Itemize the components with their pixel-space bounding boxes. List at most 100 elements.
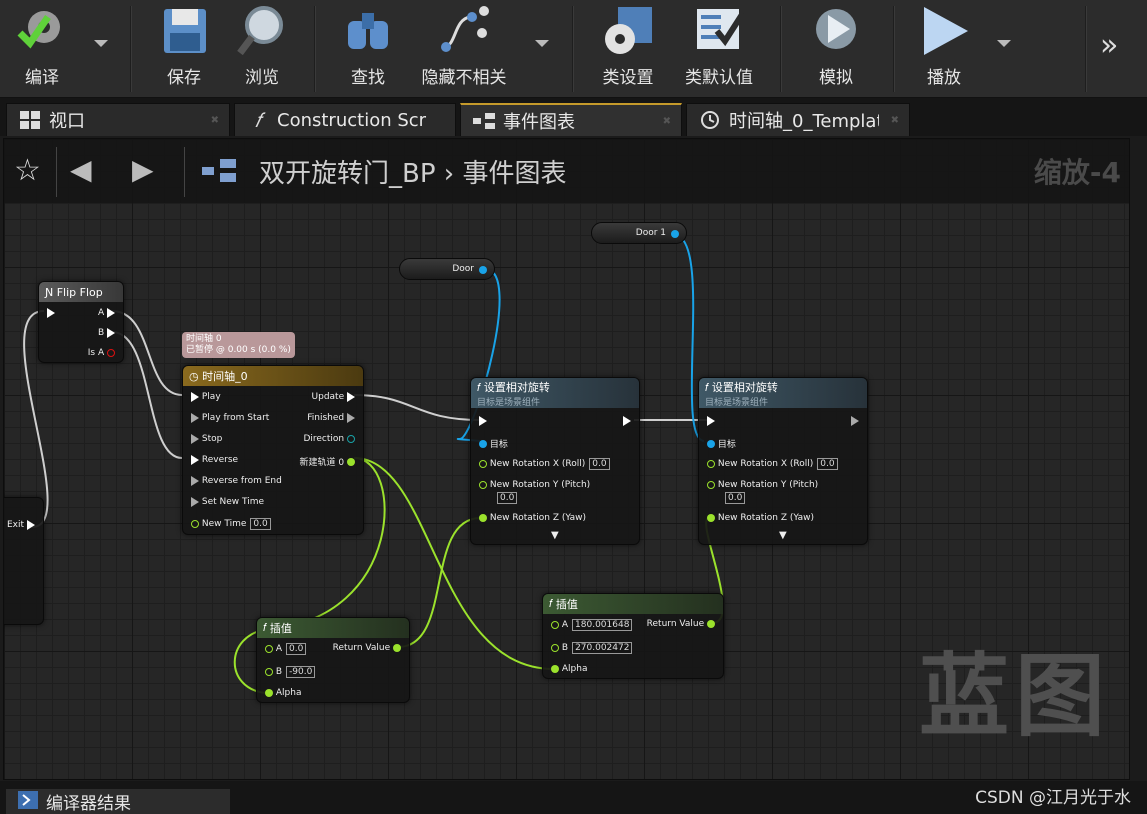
lerp-alpha-pin[interactable]: Alpha	[551, 664, 587, 674]
close-icon[interactable]: ✖	[211, 115, 219, 126]
tab-label: 视口	[49, 111, 85, 132]
class-defaults-button[interactable]: 类默认值	[682, 2, 756, 94]
toolbar-divider	[130, 6, 132, 92]
flip-flop-node[interactable]: Ɲ Flip Flop A B Is A	[38, 281, 124, 363]
close-icon[interactable]: ✖	[891, 115, 899, 126]
new-time-value[interactable]: 0.0	[250, 518, 271, 530]
door1-variable-node[interactable]: Door 1	[591, 222, 687, 244]
play-dropdown-chevron-icon[interactable]	[997, 40, 1011, 47]
simulate-icon	[808, 3, 864, 59]
hide-unrelated-dropdown-chevron-icon[interactable]	[535, 40, 549, 47]
target-pin[interactable]: 目标	[479, 437, 508, 450]
tab-compiler-results[interactable]: 编译器结果	[6, 789, 230, 814]
find-binoculars-icon	[340, 3, 396, 59]
toolbar-divider	[1085, 6, 1087, 92]
rotation-x-pin[interactable]: New Rotation X (Roll) 0.0	[479, 458, 610, 470]
toolbar-overflow-icon[interactable]: »	[1100, 28, 1118, 63]
rotation-x-pin[interactable]: New Rotation X (Roll) 0.0	[707, 458, 838, 470]
event-graph-canvas[interactable]: ☆ ◀ ▶ 双开旋转门_BP › 事件图表 缩放-4 Exit Ɲ Flip F…	[3, 138, 1130, 780]
event-graph-icon	[473, 110, 495, 132]
return-value-pin[interactable]: Return Value	[647, 619, 715, 629]
variable-label: Door	[452, 264, 474, 274]
pin-b[interactable]: B	[98, 328, 115, 338]
pin-is-a[interactable]: Is A	[88, 348, 115, 358]
hide-unrelated-button[interactable]: 隐藏不相关	[416, 2, 512, 94]
variable-label: Door 1	[635, 228, 666, 238]
set-relative-rotation-node-1[interactable]: 𝑓 设置相对旋转 目标是场景组件 目标 New Rotation X (Roll)…	[470, 377, 640, 545]
return-value-pin[interactable]: Return Value	[333, 643, 401, 653]
play-icon	[916, 3, 972, 59]
door-variable-node[interactable]: Door	[399, 258, 495, 280]
lerp-b-pin[interactable]: B 270.002472	[551, 642, 633, 654]
exec-in-pin[interactable]	[47, 308, 55, 318]
find-label: 查找	[351, 68, 385, 88]
compile-dropdown-chevron-icon[interactable]	[94, 40, 108, 47]
target-pin[interactable]: 目标	[707, 437, 736, 450]
pin-label: Set New Time	[201, 497, 265, 507]
exec-in-pin[interactable]	[707, 416, 715, 426]
lerp-a-value[interactable]: 180.001648	[572, 619, 633, 631]
expand-chevron-icon[interactable]: ▼	[779, 530, 787, 541]
direction-pin[interactable]: Direction	[303, 434, 355, 444]
play-pin[interactable]: Play	[191, 392, 221, 402]
tab-label: Construction Script	[277, 109, 427, 131]
node-subtitle: 目标是场景组件	[705, 397, 769, 408]
rotation-y-pin[interactable]: New Rotation Y (Pitch)	[707, 480, 818, 490]
browse-button[interactable]: 浏览	[228, 2, 296, 94]
stop-pin[interactable]: Stop	[191, 434, 222, 444]
lerp-b-value[interactable]: -90.0	[286, 666, 316, 678]
finished-pin[interactable]: Finished	[307, 413, 355, 423]
set-new-time-pin[interactable]: Set New Time	[191, 497, 264, 507]
rotation-y-value[interactable]: 0.0	[497, 492, 518, 504]
tab-event-graph[interactable]: 事件图表 ✖	[460, 103, 682, 136]
pin-label: Reverse from End	[201, 476, 282, 486]
lerp-a-pin[interactable]: A 180.001648	[551, 619, 633, 631]
credit-watermark: CSDN @江月光于水	[975, 788, 1131, 808]
rotation-x-value[interactable]: 0.0	[817, 458, 838, 470]
lerp-node-1[interactable]: 𝑓 插值 A 0.0 B -90.0 Alpha Return Value	[256, 617, 410, 703]
close-icon[interactable]: ✖	[663, 116, 671, 127]
exec-out-pin[interactable]	[851, 416, 859, 426]
track-output-pin[interactable]: 新建轨道 0	[300, 455, 355, 468]
compile-label: 编译	[25, 68, 59, 88]
new-time-pin[interactable]: New Time 0.0	[191, 518, 271, 530]
tab-timeline-template[interactable]: 时间轴_0_Template ✖	[686, 103, 910, 136]
function-icon: 𝑓	[263, 621, 270, 634]
class-settings-label: 类设置	[602, 68, 654, 88]
toolbar-divider	[893, 6, 895, 92]
lerp-b-value[interactable]: 270.002472	[572, 642, 633, 654]
reverse-from-end-pin[interactable]: Reverse from End	[191, 476, 282, 486]
pin-a[interactable]: A	[98, 308, 115, 318]
tooltip-status: 已暂停 @ 0.00 s (0.0 %)	[186, 345, 291, 355]
play-from-start-pin[interactable]: Play from Start	[191, 413, 269, 423]
lerp-alpha-pin[interactable]: Alpha	[265, 688, 301, 698]
find-button[interactable]: 查找	[334, 2, 402, 94]
rotation-z-pin[interactable]: New Rotation Z (Yaw)	[707, 513, 814, 523]
timeline-node[interactable]: ◷ 时间轴_0 Play Play from Start Stop Revers…	[182, 365, 364, 535]
rotation-y-pin[interactable]: New Rotation Y (Pitch)	[479, 480, 590, 490]
tab-viewport[interactable]: 视口 ✖	[6, 103, 230, 136]
exec-in-pin[interactable]	[479, 416, 487, 426]
pin-label: Return Value	[332, 643, 391, 653]
rotation-x-value[interactable]: 0.0	[589, 458, 610, 470]
class-settings-button[interactable]: 类设置	[594, 2, 662, 94]
lerp-a-value[interactable]: 0.0	[286, 643, 307, 655]
reverse-pin[interactable]: Reverse	[191, 455, 238, 465]
tab-construction-script[interactable]: 𝑓 Construction Script	[234, 103, 456, 136]
rotation-y-value[interactable]: 0.0	[725, 492, 746, 504]
exec-out-pin[interactable]	[623, 416, 631, 426]
class-settings-icon	[600, 3, 656, 59]
exit-pin[interactable]: Exit	[7, 520, 35, 530]
save-button[interactable]: 保存	[150, 2, 218, 94]
play-button[interactable]: 播放	[910, 2, 978, 94]
update-pin[interactable]: Update	[312, 392, 355, 402]
lerp-a-pin[interactable]: A 0.0	[265, 643, 307, 655]
lerp-node-2[interactable]: 𝑓 插值 A 180.001648 B 270.002472 Alpha Retur…	[542, 593, 724, 679]
simulate-button[interactable]: 模拟	[802, 2, 870, 94]
lerp-b-pin[interactable]: B -90.0	[265, 666, 316, 678]
rotation-z-pin[interactable]: New Rotation Z (Yaw)	[479, 513, 586, 523]
set-relative-rotation-node-2[interactable]: 𝑓 设置相对旋转 目标是场景组件 目标 New Rotation X (Roll)…	[698, 377, 868, 545]
exit-node[interactable]: Exit	[4, 497, 44, 625]
compile-button[interactable]: 编译	[8, 2, 76, 94]
expand-chevron-icon[interactable]: ▼	[551, 530, 559, 541]
